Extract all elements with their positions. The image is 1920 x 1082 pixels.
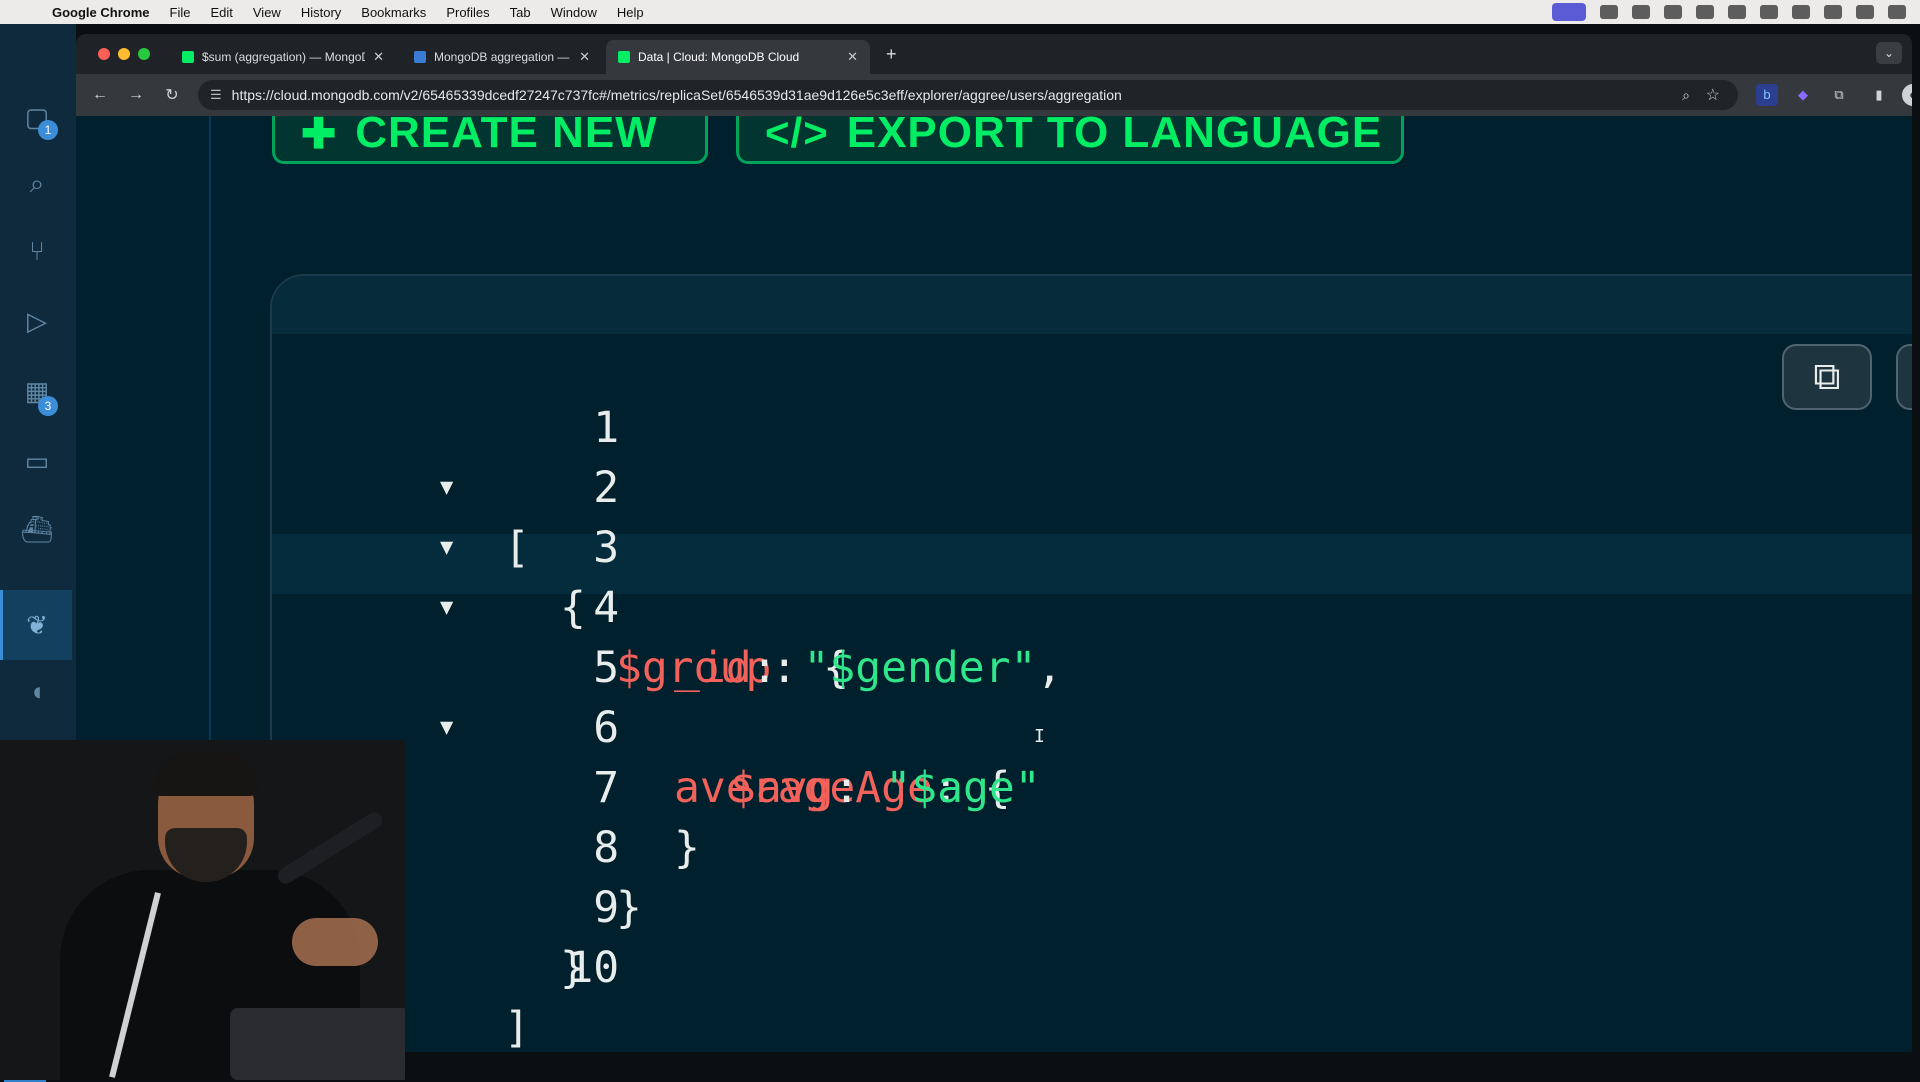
export-to-language-label: EXPORT TO LANGUAGE xyxy=(846,116,1383,157)
menu-edit[interactable]: Edit xyxy=(200,5,242,20)
export-to-language-button[interactable]: </> EXPORT TO LANGUAGE xyxy=(736,116,1404,164)
create-new-button[interactable]: ✚ CREATE NEW xyxy=(272,116,708,164)
maximize-window-icon[interactable] xyxy=(138,48,150,60)
code-line[interactable]: 3 ▼ $group: { xyxy=(272,458,1912,693)
clock-icon[interactable] xyxy=(1888,5,1906,19)
minimize-window-icon[interactable] xyxy=(118,48,130,60)
editor-header xyxy=(272,276,1912,334)
code-line[interactable]: 1 ▼ [ xyxy=(272,338,1912,573)
tab-sum-aggregation[interactable]: $sum (aggregation) — MongoDB ✕ xyxy=(170,40,396,74)
url-text[interactable]: https://cloud.mongodb.com/v2/65465339dce… xyxy=(232,87,1122,103)
mongodb-favicon-icon xyxy=(182,51,194,63)
menu-tab[interactable]: Tab xyxy=(500,5,541,20)
side-panel-icon[interactable]: ▮ xyxy=(1868,84,1890,106)
wifi-icon[interactable] xyxy=(1792,5,1810,19)
create-new-label: CREATE NEW xyxy=(355,116,658,157)
microphone-arm xyxy=(274,809,386,887)
presenter-hand xyxy=(292,918,378,966)
menu-file[interactable]: File xyxy=(160,5,201,20)
plus-icon: ✚ xyxy=(301,116,338,157)
webcam-overlay xyxy=(0,740,405,1080)
extension-icon[interactable]: b xyxy=(1756,84,1778,106)
screen-share-icon[interactable] xyxy=(1552,3,1586,21)
keyboard xyxy=(230,1008,405,1080)
extensions-puzzle-icon[interactable]: ⧉ xyxy=(1828,84,1850,106)
tab-mongodb-cloud[interactable]: Data | Cloud: MongoDB Cloud ✕ xyxy=(606,40,870,74)
bookmark-star-icon[interactable]: ☆ xyxy=(1706,85,1720,105)
pipeline-code-editor[interactable]: ⧉ ☰ 1 ▼ [ 2 ▼ { 3 ▼ $group: { 4 xyxy=(270,274,1912,1052)
control-center-icon[interactable] xyxy=(1824,5,1842,19)
code-line[interactable]: 9 } xyxy=(272,818,1912,993)
search-icon[interactable]: ⌕ xyxy=(20,166,54,200)
line-number: 10 xyxy=(567,943,620,993)
close-tab-icon[interactable]: ✕ xyxy=(847,49,858,65)
menu-bookmarks[interactable]: Bookmarks xyxy=(351,5,436,20)
notion-icon[interactable] xyxy=(1664,5,1682,19)
remote-explorer-icon[interactable]: ▭ xyxy=(20,444,54,478)
cloud-icon[interactable] xyxy=(1600,5,1618,19)
drive-icon[interactable] xyxy=(1632,5,1650,19)
docker-icon[interactable]: ⛴ xyxy=(20,512,54,546)
thunder-icon[interactable]: ◖ xyxy=(20,674,54,708)
menu-app-name[interactable]: Google Chrome xyxy=(44,5,160,20)
address-bar[interactable]: ☰ https://cloud.mongodb.com/v2/65465339d… xyxy=(198,80,1738,110)
tab-title: Data | Cloud: MongoDB Cloud xyxy=(638,50,800,64)
tab-mongodb-aggregation[interactable]: MongoDB aggregation — Era ✕ xyxy=(402,40,602,74)
status-icons xyxy=(1552,3,1920,21)
code-line-active[interactable]: 4 _id: "$gender", xyxy=(272,518,1912,693)
code-line[interactable]: 6 $avg: "$age" xyxy=(272,638,1912,813)
mongodb-leaf-icon[interactable]: ❦ xyxy=(20,608,54,642)
tab-title: $sum (aggregation) — MongoDB xyxy=(202,50,366,64)
tab-title: MongoDB aggregation — Era xyxy=(434,50,571,64)
tab-search-icon[interactable]: ⌄ xyxy=(1876,42,1902,64)
reload-icon[interactable]: ↻ xyxy=(154,85,190,105)
close-tab-icon[interactable]: ✕ xyxy=(373,49,384,65)
siri-icon[interactable] xyxy=(1856,5,1874,19)
explorer-badge: 1 xyxy=(38,120,58,140)
code-line[interactable]: 5 ▼ averageAge: { xyxy=(272,578,1912,813)
presenter-hair xyxy=(154,752,258,796)
code-line[interactable]: 7 } xyxy=(272,698,1912,873)
new-tab-icon[interactable]: + xyxy=(886,44,897,65)
back-icon[interactable]: ← xyxy=(82,86,118,104)
menu-window[interactable]: Window xyxy=(541,5,607,20)
code-icon: </> xyxy=(765,116,829,156)
menu-profiles[interactable]: Profiles xyxy=(436,5,499,20)
code-line[interactable]: 10 ] xyxy=(272,878,1912,1052)
bluetooth-icon[interactable] xyxy=(1728,5,1746,19)
menu-view[interactable]: View xyxy=(243,5,291,20)
code-line[interactable]: 2 ▼ { xyxy=(272,398,1912,633)
code-line[interactable]: 8 } xyxy=(272,758,1912,933)
text-cursor-icon: I xyxy=(1034,726,1045,747)
mongodb-favicon-icon xyxy=(618,51,630,63)
site-settings-icon[interactable]: ☰ xyxy=(210,87,222,103)
close-window-icon[interactable] xyxy=(98,48,110,60)
extensions-badge: 3 xyxy=(38,396,58,416)
zoom-icon[interactable]: ⌕ xyxy=(1682,87,1690,104)
extension-flame-icon[interactable]: ◆ xyxy=(1792,84,1814,106)
tab-strip: $sum (aggregation) — MongoDB ✕ MongoDB a… xyxy=(76,34,1912,74)
menu-history[interactable]: History xyxy=(291,5,351,20)
code-text: ] xyxy=(504,1003,530,1052)
site-favicon-icon xyxy=(414,51,426,63)
run-debug-icon[interactable]: ▷ xyxy=(20,304,54,338)
grid-icon[interactable] xyxy=(1696,5,1714,19)
menu-help[interactable]: Help xyxy=(607,5,654,20)
browser-toolbar: ← → ↻ ☰ https://cloud.mongodb.com/v2/654… xyxy=(76,74,1912,116)
profile-avatar-icon[interactable]: ● xyxy=(1902,84,1912,106)
forward-icon[interactable]: → xyxy=(118,86,154,104)
display-icon[interactable] xyxy=(1760,5,1778,19)
close-tab-icon[interactable]: ✕ xyxy=(579,49,590,65)
source-control-icon[interactable]: ⑂ xyxy=(20,234,54,268)
macos-menubar: Google Chrome File Edit View History Boo… xyxy=(0,0,1920,24)
